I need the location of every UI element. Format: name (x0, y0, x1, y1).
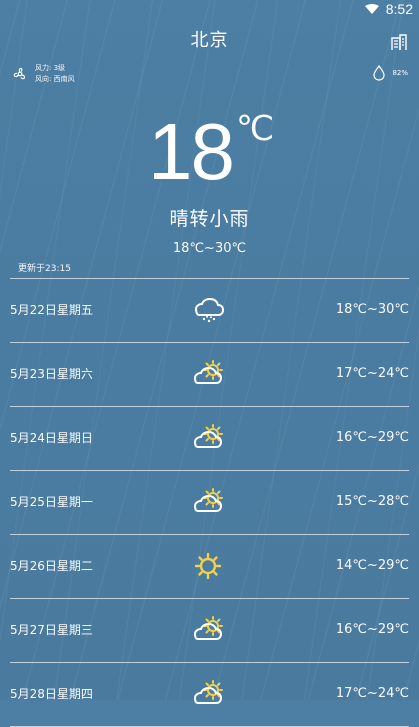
forecast-date: 5月27日星期三 (10, 623, 93, 637)
forecast-row[interactable]: 5月26日星期二 14℃~29℃ (10, 535, 409, 599)
forecast-range: 15℃~28℃ (335, 494, 409, 509)
updated-time: 更新于23:15 (18, 264, 71, 274)
partly-sunny-icon (193, 360, 223, 384)
forecast-row[interactable]: 5月25日星期一 15℃~28℃ (10, 471, 409, 535)
humidity-info: 82% (372, 64, 408, 82)
wind-direction: 风向: 西南风 (35, 75, 75, 83)
droplet-icon (373, 65, 386, 81)
partly-sunny-icon (193, 616, 223, 640)
forecast-date: 5月22日星期五 (10, 303, 93, 317)
forecast-range: 14℃~29℃ (335, 558, 409, 573)
temperature-unit: ℃ (236, 110, 275, 148)
forecast-range: 18℃~30℃ (335, 302, 409, 317)
forecast-list: 5月22日星期五 18℃~30℃ 5月23日星期六 17℃~24℃ 5月24日星… (10, 279, 409, 727)
partly-sunny-icon (193, 680, 223, 704)
forecast-row[interactable]: 5月24日星期日 16℃~29℃ (10, 407, 409, 471)
city-title: 北京 (190, 30, 229, 51)
status-time: 8:52 (385, 1, 413, 17)
forecast-date: 5月26日星期二 (10, 559, 93, 573)
sun-icon (194, 552, 222, 580)
forecast-range: 16℃~29℃ (335, 430, 409, 445)
wind-info: 风力: 3级 风向: 西南风 (11, 62, 75, 86)
wind-lines: 风力: 3级 风向: 西南风 (35, 64, 75, 84)
status-bar: 8:52 (364, 0, 419, 18)
light-rain-icon (194, 297, 225, 323)
forecast-range: 17℃~24℃ (335, 366, 409, 381)
forecast-date: 5月25日星期一 (10, 495, 93, 509)
city-select-button[interactable] (389, 32, 409, 52)
today-range: 18℃~30℃ (172, 241, 247, 256)
top-bar: 北京 (0, 20, 419, 60)
forecast-range: 16℃~29℃ (335, 622, 409, 637)
building-icon (391, 34, 407, 50)
partly-sunny-icon (193, 488, 223, 512)
partly-sunny-icon (193, 424, 223, 448)
forecast-date: 5月24日星期日 (10, 431, 93, 445)
temperature-value: 18 (148, 107, 235, 196)
forecast-row[interactable]: 5月28日星期四 17℃~24℃ (10, 663, 409, 727)
humidity-value: 82% (392, 68, 408, 77)
forecast-row[interactable]: 5月23日星期六 17℃~24℃ (10, 343, 409, 407)
weather-condition: 晴转小雨 (169, 208, 250, 230)
wind-power: 风力: 3级 (35, 64, 66, 72)
forecast-date: 5月23日星期六 (10, 367, 93, 381)
current-temperature: 18 ℃ (0, 112, 419, 202)
forecast-row[interactable]: 5月27日星期三 16℃~29℃ (10, 599, 409, 663)
wifi-icon (364, 4, 379, 14)
forecast-row[interactable]: 5月22日星期五 18℃~30℃ (10, 279, 409, 343)
fan-icon (13, 67, 26, 80)
